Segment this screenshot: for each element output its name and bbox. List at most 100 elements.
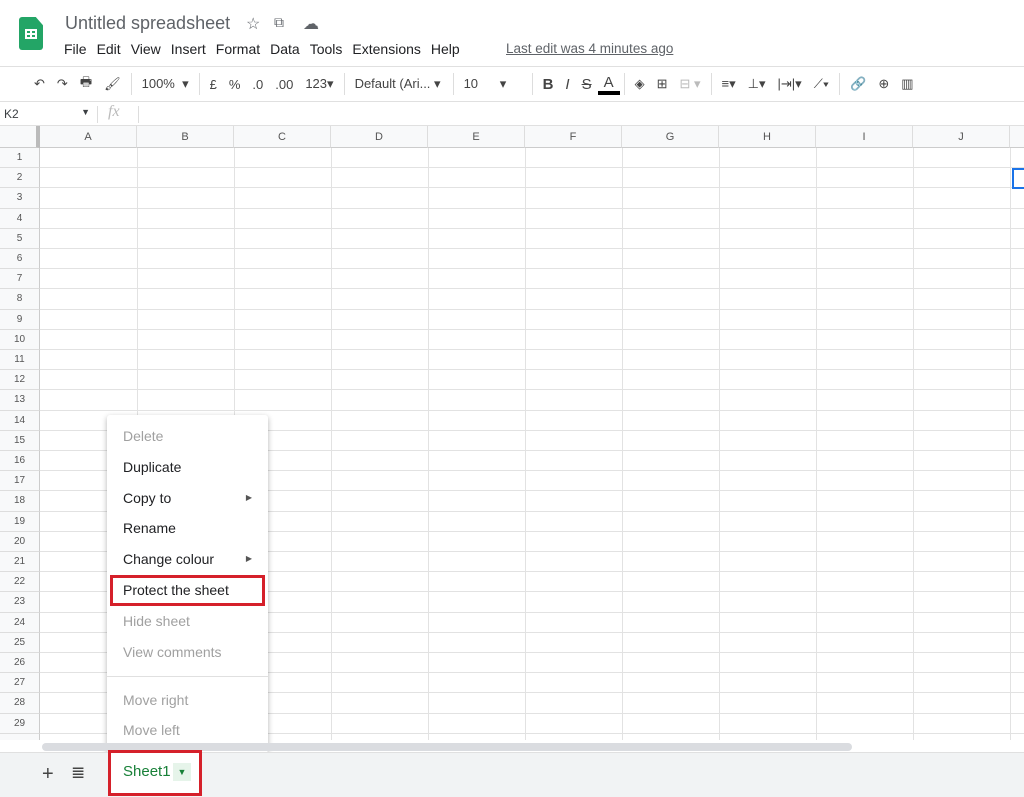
zoom-select[interactable]: 100% ▾ [136,76,195,92]
all-sheets-button[interactable]: ≣ [71,763,85,783]
row-header-24[interactable]: 24 [0,612,40,633]
font-select[interactable]: Default (Ari... ▾ [349,76,449,92]
menu-item-move-right[interactable]: Move right [107,685,268,716]
row-header-29[interactable]: 29 [0,713,40,734]
menu-format[interactable]: Format [216,41,260,57]
menu-item-move-left[interactable]: Move left [107,715,268,746]
last-edit-link[interactable]: Last edit was 4 minutes ago [506,41,673,56]
selected-cell-k2[interactable] [1012,168,1024,189]
row-header-14[interactable]: 14 [0,410,40,431]
row-header-6[interactable]: 6 [0,249,40,270]
menu-data[interactable]: Data [270,41,300,57]
row-header-19[interactable]: 19 [0,511,40,532]
row-header-8[interactable]: 8 [0,289,40,310]
name-box[interactable]: K2 ▼ [4,107,94,121]
menu-insert[interactable]: Insert [171,41,206,57]
horizontal-align-icon[interactable]: ≡▾ [716,76,742,92]
row-header-partial[interactable] [0,733,40,740]
undo-icon[interactable]: ↶ [28,76,51,92]
sheets-logo[interactable] [19,17,43,50]
merge-cells-icon[interactable]: ⊟ ▾ [674,76,707,92]
row-header-10[interactable]: 10 [0,329,40,350]
column-header-k[interactable] [1010,126,1024,148]
column-header-b[interactable]: B [137,126,234,148]
row-header-16[interactable]: 16 [0,451,40,472]
column-header-a[interactable]: A [40,126,137,148]
text-wrap-icon[interactable]: |⇥|▾ [772,76,808,92]
row-header-25[interactable]: 25 [0,632,40,653]
menu-item-duplicate[interactable]: Duplicate [107,452,268,483]
star-icon[interactable]: ☆ [246,14,260,34]
add-sheet-button[interactable]: + [42,763,54,786]
decrease-decimal-button[interactable]: .0 [246,77,269,92]
menu-file[interactable]: File [64,41,87,57]
menu-item-protect-the-sheet[interactable]: Protect the sheet [110,574,265,606]
menu-tools[interactable]: Tools [310,41,343,57]
menu-extensions[interactable]: Extensions [352,41,420,57]
paint-format-icon[interactable]: 🖌 [98,76,127,92]
print-icon[interactable]: 🖶 [74,73,98,95]
menu-item-hide-sheet[interactable]: Hide sheet [107,606,268,637]
row-header-2[interactable]: 2 [0,168,40,189]
bold-button[interactable]: B [537,76,560,93]
row-header-17[interactable]: 17 [0,471,40,492]
comment-icon[interactable]: ⊕ [872,76,895,92]
menu-item-change-colour[interactable]: Change colour ▶ [107,544,268,575]
more-formats-button[interactable]: 123▾ [299,76,339,92]
strikethrough-button[interactable]: S [576,76,598,93]
link-icon[interactable]: 🔗 [844,76,872,92]
row-header-27[interactable]: 27 [0,673,40,694]
redo-icon[interactable]: ↷ [51,76,74,92]
column-header-e[interactable]: E [428,126,525,148]
move-to-folder-icon[interactable]: ⧉ [274,14,284,31]
row-header-28[interactable]: 28 [0,693,40,714]
menu-item-rename[interactable]: Rename [107,513,268,544]
sheet-tab-dropdown-icon[interactable]: ▼ [173,763,191,781]
currency-button[interactable]: £ [204,77,223,92]
row-header-21[interactable]: 21 [0,552,40,573]
row-gridline [40,288,1024,290]
row-header-13[interactable]: 13 [0,390,40,411]
text-color-button[interactable]: A [597,74,620,95]
menu-help[interactable]: Help [431,41,460,57]
fill-color-icon[interactable]: ◈ [629,76,651,92]
sheet-tab-sheet1[interactable]: Sheet1 ▼ [108,750,202,796]
select-all-corner[interactable] [0,126,40,148]
document-title[interactable]: Untitled spreadsheet [65,13,230,34]
menu-view[interactable]: View [131,41,161,57]
chart-icon[interactable]: ▥ [895,76,919,92]
text-rotation-icon[interactable]: ⟋▾ [808,76,835,92]
row-header-3[interactable]: 3 [0,188,40,209]
vertical-align-icon[interactable]: ⊥▾ [742,76,772,92]
column-header-d[interactable]: D [331,126,428,148]
column-header-i[interactable]: I [816,126,913,148]
row-header-4[interactable]: 4 [0,208,40,229]
row-header-18[interactable]: 18 [0,491,40,512]
column-header-g[interactable]: G [622,126,719,148]
row-header-5[interactable]: 5 [0,228,40,249]
row-header-23[interactable]: 23 [0,592,40,613]
column-header-c[interactable]: C [234,126,331,148]
row-header-9[interactable]: 9 [0,309,40,330]
menu-item-copy-to[interactable]: Copy to ▶ [107,483,268,514]
cloud-saved-icon[interactable]: ☁ [303,14,319,34]
menu-item-delete[interactable]: Delete [107,421,268,452]
row-header-22[interactable]: 22 [0,572,40,593]
menu-edit[interactable]: Edit [97,41,121,57]
percent-button[interactable]: % [223,77,247,92]
row-header-1[interactable]: 1 [0,148,40,169]
row-header-11[interactable]: 11 [0,350,40,371]
italic-button[interactable]: I [559,76,575,93]
row-header-12[interactable]: 12 [0,370,40,391]
increase-decimal-button[interactable]: .00 [269,77,299,92]
column-header-h[interactable]: H [719,126,816,148]
row-header-26[interactable]: 26 [0,653,40,674]
row-header-7[interactable]: 7 [0,269,40,290]
row-header-20[interactable]: 20 [0,531,40,552]
menu-item-view-comments[interactable]: View comments [107,637,268,668]
borders-icon[interactable]: ⊞ [651,76,674,92]
row-header-15[interactable]: 15 [0,430,40,451]
column-header-f[interactable]: F [525,126,622,148]
column-header-j[interactable]: J [913,126,1010,148]
font-size-select[interactable]: 10 ▾ [458,76,528,92]
